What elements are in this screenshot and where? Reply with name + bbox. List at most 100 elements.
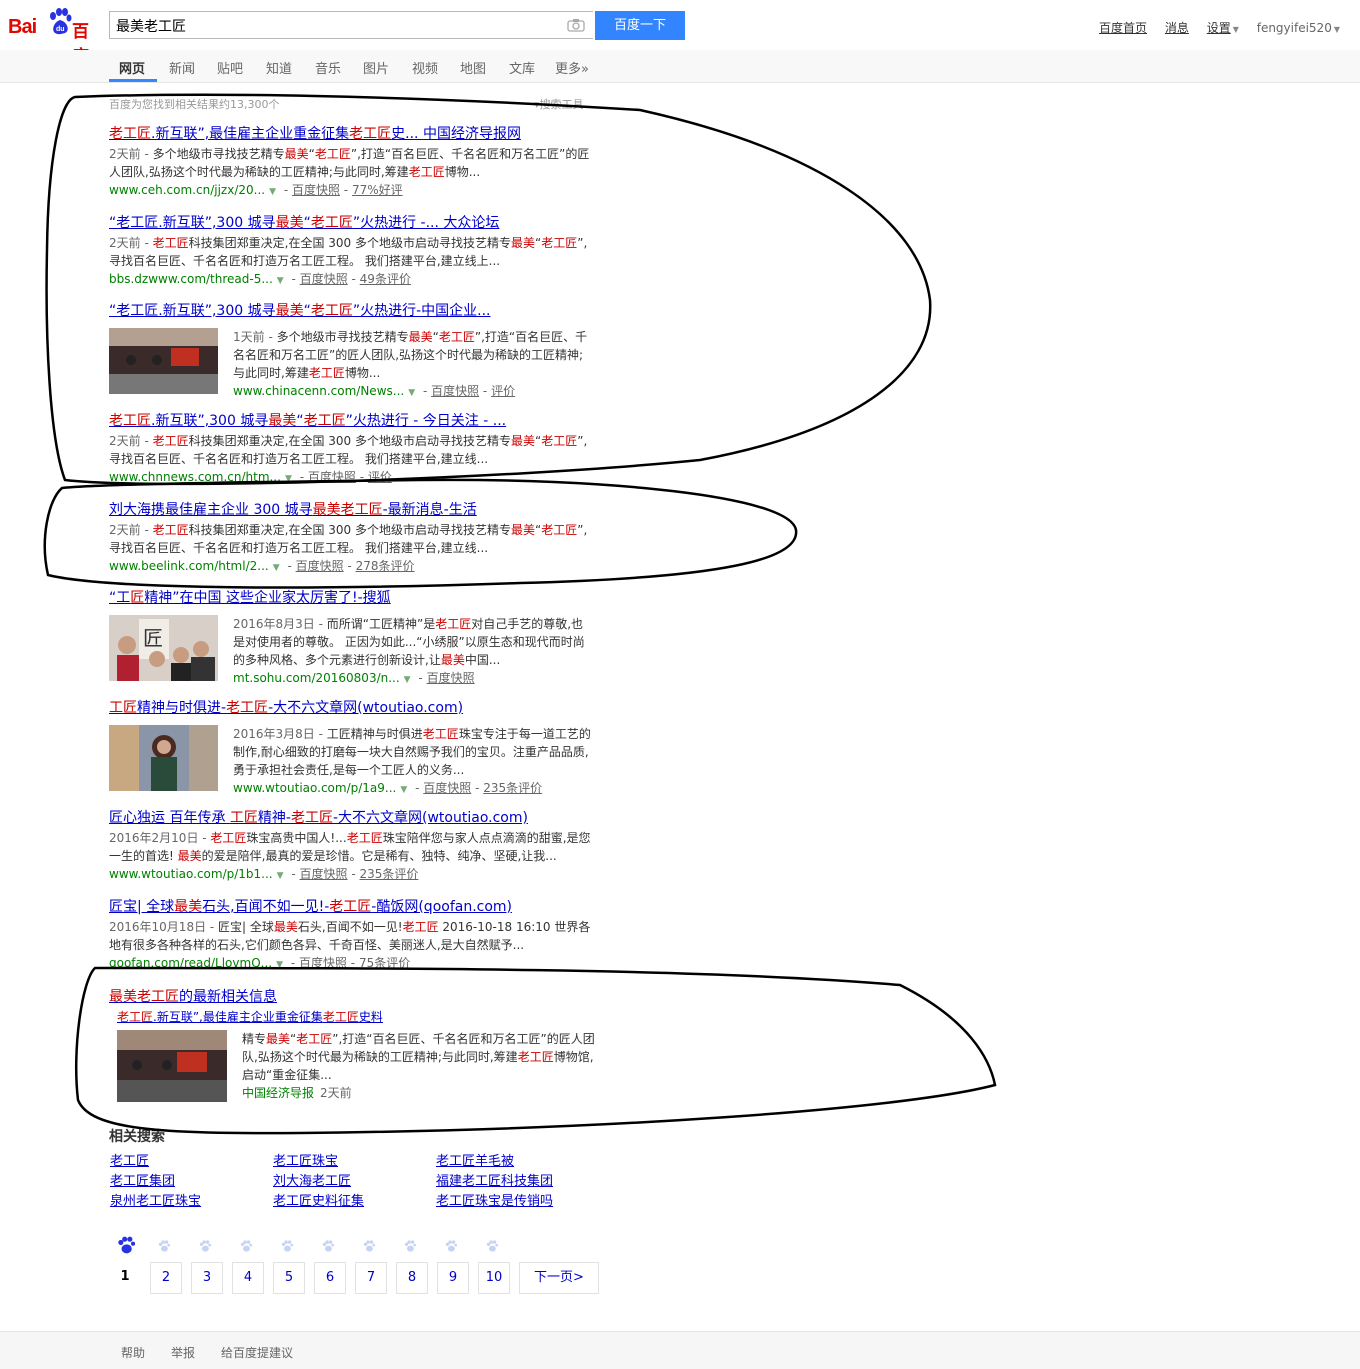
tab-tieba[interactable]: 贴吧 bbox=[217, 58, 243, 77]
news-item-title[interactable]: 老工匠.新互联”,最佳雇主企业重金征集老工匠史料 bbox=[117, 1008, 383, 1025]
result-title-link[interactable]: 老工匠.新互联”,300 城寻最美“老工匠”火热进行 - 今日关注 - ... bbox=[109, 412, 599, 430]
page-link[interactable]: 2 bbox=[150, 1262, 182, 1294]
related-link[interactable]: 老工匠羊毛被 bbox=[436, 1150, 514, 1169]
rating-link[interactable]: 235条评价 bbox=[360, 867, 419, 881]
tab-images[interactable]: 图片 bbox=[363, 58, 389, 77]
separator: - bbox=[343, 559, 356, 573]
tab-music[interactable]: 音乐 bbox=[315, 58, 341, 77]
text-segment: .新互联”,最佳雇主企业重金征集 bbox=[151, 126, 350, 142]
cache-link[interactable]: 百度快照 bbox=[423, 781, 471, 795]
search-input[interactable] bbox=[116, 16, 546, 36]
search-result: 匠宝| 全球最美石头,百闻不如一见!-老工匠-酷饭网(qoofan.com) 20… bbox=[109, 898, 599, 974]
separator: - bbox=[414, 671, 427, 685]
related-link[interactable]: 老工匠珠宝是传销吗 bbox=[436, 1190, 553, 1209]
page-link[interactable]: 7 bbox=[355, 1262, 387, 1294]
result-title-link[interactable]: 老工匠.新互联”,最佳雇主企业重金征集老工匠史... 中国经济导报网 bbox=[109, 125, 599, 143]
tab-more[interactable]: 更多» bbox=[555, 58, 589, 77]
page-link[interactable]: 4 bbox=[232, 1262, 264, 1294]
footer-help-link[interactable]: 帮助 bbox=[121, 1344, 145, 1361]
result-title-link[interactable]: 匠心独运 百年传承 工匠精神-老工匠-大不六文章网(wtoutiao.com) bbox=[109, 809, 599, 827]
url-dropdown-icon[interactable]: ▼ bbox=[404, 675, 411, 685]
rating-link[interactable]: 278条评价 bbox=[356, 559, 415, 573]
url-dropdown-icon[interactable]: ▼ bbox=[277, 276, 284, 286]
related-link[interactable]: 刘大海老工匠 bbox=[273, 1170, 351, 1189]
result-abstract: 2天前 - 老工匠科技集团郑重决定,在全国 300 多个地级市启动寻找技艺精专最… bbox=[109, 521, 599, 557]
paw-icon bbox=[445, 1240, 457, 1252]
related-link[interactable]: 老工匠史料征集 bbox=[273, 1190, 364, 1209]
cache-link[interactable]: 百度快照 bbox=[300, 867, 348, 881]
settings-link[interactable]: 设置 bbox=[1207, 21, 1231, 35]
url-dropdown-icon[interactable]: ▼ bbox=[276, 960, 283, 970]
search-button[interactable]: 百度一下 bbox=[595, 11, 685, 40]
result-title-link[interactable]: 刘大海携最佳雇主企业 300 城寻最美老工匠-最新消息-生活 bbox=[109, 501, 599, 519]
cache-link[interactable]: 百度快照 bbox=[427, 671, 475, 685]
tab-zhidao[interactable]: 知道 bbox=[266, 58, 292, 77]
related-link[interactable]: 老工匠珠宝 bbox=[273, 1150, 338, 1169]
result-title-link[interactable]: “工匠精神”在中国 这些企业家太厉害了!-搜狐 bbox=[109, 589, 599, 607]
page-link[interactable]: 10 bbox=[478, 1262, 510, 1294]
current-page: 1 bbox=[109, 1262, 141, 1294]
highlighted-keyword: 最美 bbox=[510, 236, 535, 250]
url-dropdown-icon[interactable]: ▼ bbox=[277, 871, 284, 881]
result-title-link[interactable]: 工匠精神与时俱进-老工匠-大不六文章网(wtoutiao.com) bbox=[109, 699, 599, 717]
page-link[interactable]: 6 bbox=[314, 1262, 346, 1294]
search-result: “工匠精神”在中国 这些企业家太厉害了!-搜狐匠 2016年8月3日 - 而所谓“… bbox=[109, 589, 599, 689]
related-link[interactable]: 老工匠集团 bbox=[110, 1170, 175, 1189]
rating-link[interactable]: 评价 bbox=[491, 384, 515, 398]
url-dropdown-icon[interactable]: ▼ bbox=[400, 785, 407, 795]
result-url-line: www.wtoutiao.com/p/1b1... ▼ - 百度快照 - 235条… bbox=[109, 865, 599, 885]
url-dropdown-icon[interactable]: ▼ bbox=[269, 187, 276, 197]
cache-link[interactable]: 百度快照 bbox=[292, 183, 340, 197]
footer-report-link[interactable]: 举报 bbox=[171, 1344, 195, 1361]
cache-link[interactable]: 百度快照 bbox=[431, 384, 479, 398]
news-thumbnail[interactable] bbox=[117, 1030, 227, 1102]
baidu-logo[interactable]: Bai du 百度 bbox=[8, 8, 103, 67]
tab-web[interactable]: 网页 bbox=[119, 58, 145, 77]
username-link[interactable]: fengyifei520 bbox=[1257, 21, 1332, 35]
cache-link[interactable]: 百度快照 bbox=[300, 272, 348, 286]
footer-feedback-link[interactable]: 给百度提建议 bbox=[221, 1344, 293, 1361]
result-title-link[interactable]: 匠宝| 全球最美石头,百闻不如一见!-老工匠-酷饭网(qoofan.com) bbox=[109, 898, 599, 916]
text-segment: 史料 bbox=[358, 1010, 383, 1024]
result-thumbnail[interactable]: 匠 bbox=[109, 615, 218, 681]
baidu-home-link[interactable]: 百度首页 bbox=[1099, 21, 1147, 35]
highlighted-keyword: 老工匠 bbox=[541, 434, 578, 448]
url-dropdown-icon[interactable]: ▼ bbox=[408, 388, 415, 398]
result-title-link[interactable]: “老工匠.新互联”,300 城寻最美“老工匠”火热进行 -... 大众论坛 bbox=[109, 214, 599, 232]
text-segment: 科技集团郑重决定,在全国 300 多个地级市启动寻找技艺精专 bbox=[188, 236, 511, 250]
cache-link[interactable]: 百度快照 bbox=[296, 559, 344, 573]
related-link[interactable]: 老工匠 bbox=[110, 1150, 149, 1169]
url-dropdown-icon[interactable]: ▼ bbox=[285, 474, 292, 484]
tab-wenku[interactable]: 文库 bbox=[509, 58, 535, 77]
tab-map[interactable]: 地图 bbox=[460, 58, 486, 77]
page-link[interactable]: 3 bbox=[191, 1262, 223, 1294]
text-segment: -酷饭网(qoofan.com) bbox=[371, 899, 513, 915]
tab-news[interactable]: 新闻 bbox=[169, 58, 195, 77]
search-tools-button[interactable]: ▾搜索工具 bbox=[534, 96, 584, 112]
logo-text-left: Bai bbox=[8, 16, 37, 38]
rating-link[interactable]: 77%好评 bbox=[352, 183, 403, 197]
camera-icon[interactable] bbox=[567, 18, 585, 32]
next-page-button[interactable]: 下一页> bbox=[519, 1262, 599, 1294]
url-dropdown-icon[interactable]: ▼ bbox=[273, 563, 280, 573]
rating-link[interactable]: 49条评价 bbox=[360, 272, 411, 286]
rating-link[interactable]: 235条评价 bbox=[483, 781, 542, 795]
cache-link[interactable]: 百度快照 bbox=[299, 956, 347, 970]
result-thumbnail[interactable] bbox=[109, 328, 218, 394]
page-link[interactable]: 5 bbox=[273, 1262, 305, 1294]
news-title[interactable]: 最美老工匠的最新相关信息 bbox=[109, 986, 599, 1006]
text-segment: 科技集团郑重决定,在全国 300 多个地级市启动寻找技艺精专 bbox=[188, 523, 511, 537]
messages-link[interactable]: 消息 bbox=[1165, 21, 1189, 35]
related-link[interactable]: 泉州老工匠珠宝 bbox=[110, 1190, 201, 1209]
tab-video[interactable]: 视频 bbox=[412, 58, 438, 77]
rating-link[interactable]: 评价 bbox=[368, 470, 392, 484]
related-link[interactable]: 福建老工匠科技集团 bbox=[436, 1170, 553, 1189]
cache-link[interactable]: 百度快照 bbox=[308, 470, 356, 484]
page-link[interactable]: 9 bbox=[437, 1262, 469, 1294]
page-link[interactable]: 8 bbox=[396, 1262, 428, 1294]
result-title-link[interactable]: “老工匠.新互联”,300 城寻最美“老工匠”火热进行-中国企业... bbox=[109, 302, 599, 320]
search-result: 刘大海携最佳雇主企业 300 城寻最美老工匠-最新消息-生活 2天前 - 老工匠科… bbox=[109, 501, 599, 577]
rating-link[interactable]: 75条评价 bbox=[359, 956, 410, 970]
result-thumbnail[interactable] bbox=[109, 725, 218, 791]
highlighted-keyword: 老工匠 bbox=[349, 126, 392, 142]
